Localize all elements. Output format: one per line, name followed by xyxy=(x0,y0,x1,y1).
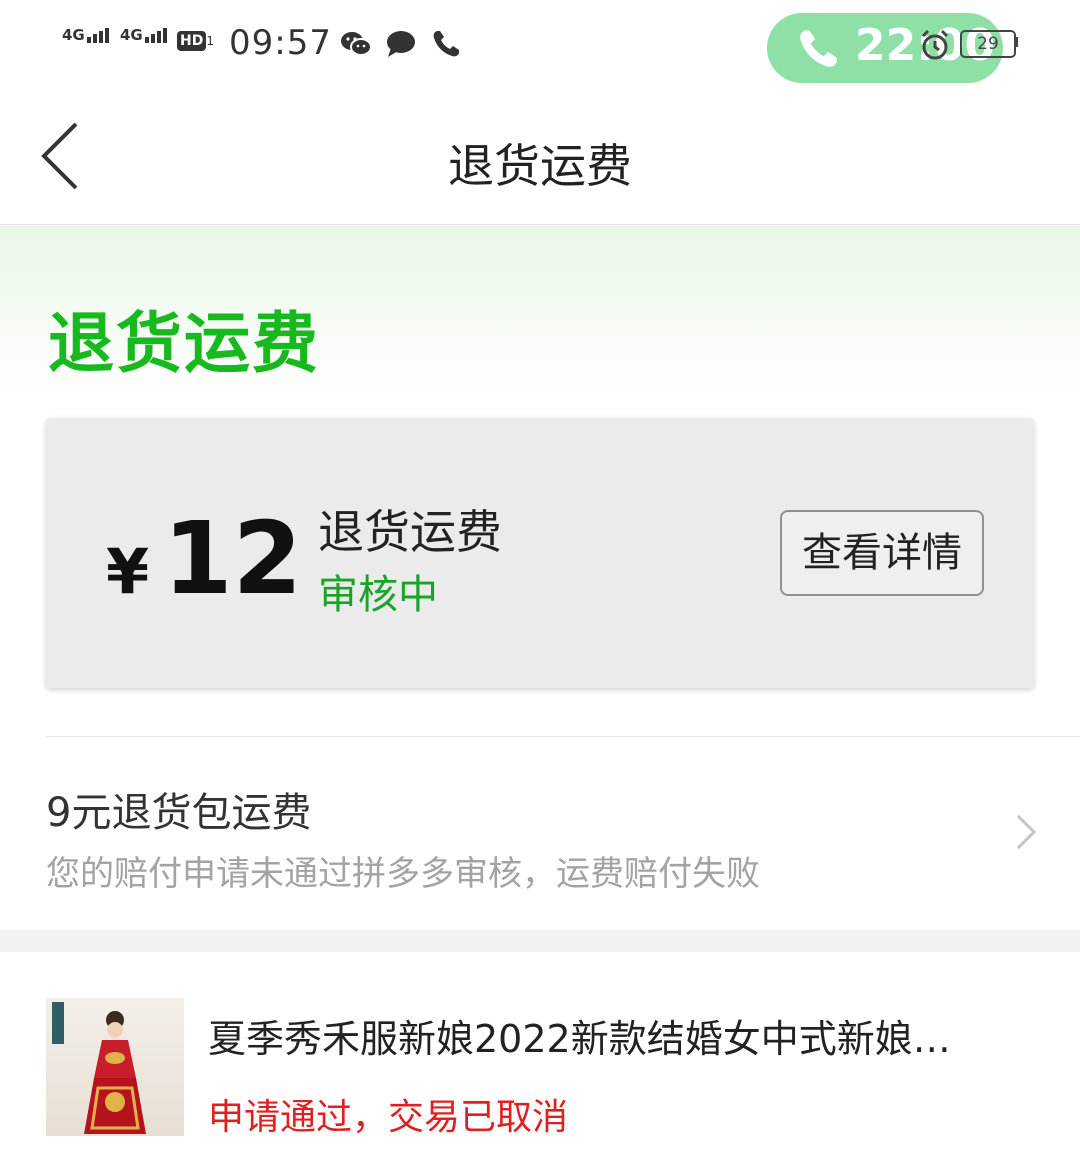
phone-icon xyxy=(433,31,459,57)
review-status: 审核中 xyxy=(318,572,438,618)
clock-time: 09:57 xyxy=(229,23,332,63)
currency-symbol: ¥ xyxy=(106,535,150,608)
view-details-button[interactable]: 查看详情 xyxy=(780,510,984,596)
product-thumbnail[interactable] xyxy=(46,998,184,1136)
hero-title: 退货运费 xyxy=(48,305,320,382)
order-status: 申请通过，交易已取消 xyxy=(208,1097,569,1138)
hd-sub-label: 1 xyxy=(206,34,214,48)
refund-fee-label: 退货运费 xyxy=(318,505,502,559)
wechat-icon xyxy=(341,32,372,56)
status-bar: 4G 4G HD 1 09:57 22:00 29 xyxy=(0,0,1080,90)
insurance-subtitle: 您的赔付申请未通过拼多多审核，运费赔付失败 xyxy=(46,854,760,894)
section-gap xyxy=(0,930,1080,952)
message-icon xyxy=(387,31,415,57)
refund-amount: 12 xyxy=(163,500,303,617)
insurance-title: 9元退货包运费 xyxy=(46,790,312,836)
battery-indicator: 29 xyxy=(960,30,1016,58)
product-title[interactable]: 夏季秀禾服新娘2022新款结婚女中式新娘… xyxy=(208,1008,1008,1063)
hd-icon: HD 1 xyxy=(177,30,214,51)
signal-indicator-1: 4G xyxy=(62,28,109,43)
signal-bars-icon xyxy=(86,28,109,43)
signal-bars-icon xyxy=(144,28,167,43)
bride-dress-image xyxy=(52,1002,146,1134)
alarm-icon xyxy=(921,29,949,60)
network-type-label: 4G xyxy=(62,26,85,44)
battery-tip xyxy=(1015,37,1018,47)
chevron-right-icon xyxy=(1016,814,1037,850)
call-phone-icon xyxy=(800,30,837,67)
page-title: 退货运费 xyxy=(448,139,632,193)
signal-indicator-2: 4G xyxy=(120,28,167,43)
network-type-label: 4G xyxy=(120,26,143,44)
